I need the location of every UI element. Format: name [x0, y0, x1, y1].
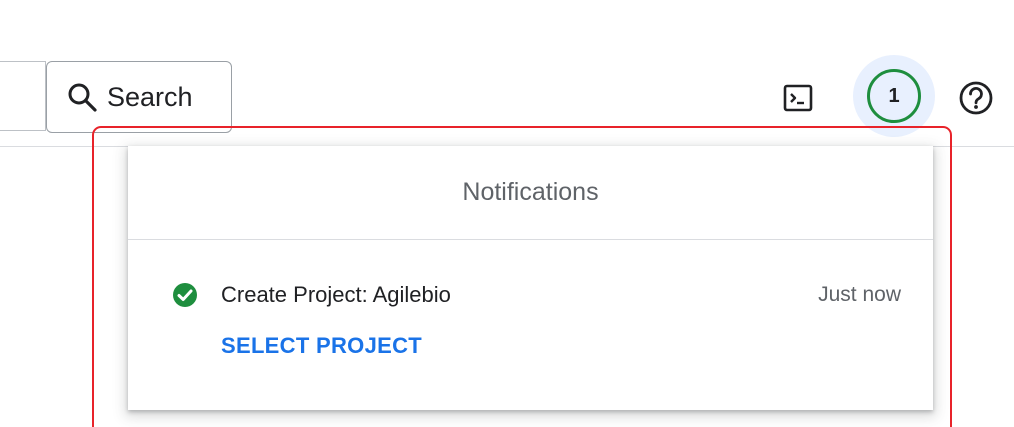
- select-project-link[interactable]: SELECT PROJECT: [221, 333, 422, 359]
- notifications-count: 1: [888, 84, 900, 107]
- notifications-panel-title: Notifications: [462, 178, 599, 206]
- search-input[interactable]: [0, 61, 46, 131]
- notifications-panel: Notifications: [128, 146, 933, 410]
- help-icon: [958, 80, 994, 121]
- notifications-button[interactable]: 1: [853, 55, 935, 137]
- search-icon: [67, 82, 97, 112]
- notifications-indicator-ring: 1: [867, 69, 921, 123]
- cloud-shell-button[interactable]: [780, 82, 816, 118]
- screen: Search 1 Notifications Create Project: A…: [0, 0, 1014, 427]
- check-circle-icon: [172, 282, 198, 313]
- search-button[interactable]: Search: [46, 61, 232, 133]
- search-button-label: Search: [107, 81, 193, 112]
- help-button[interactable]: [956, 80, 996, 120]
- notification-time: Just now: [818, 283, 901, 306]
- notification-title: Create Project: Agilebio: [221, 282, 451, 307]
- notifications-panel-header: Notifications: [128, 146, 933, 240]
- terminal-icon: [783, 83, 813, 118]
